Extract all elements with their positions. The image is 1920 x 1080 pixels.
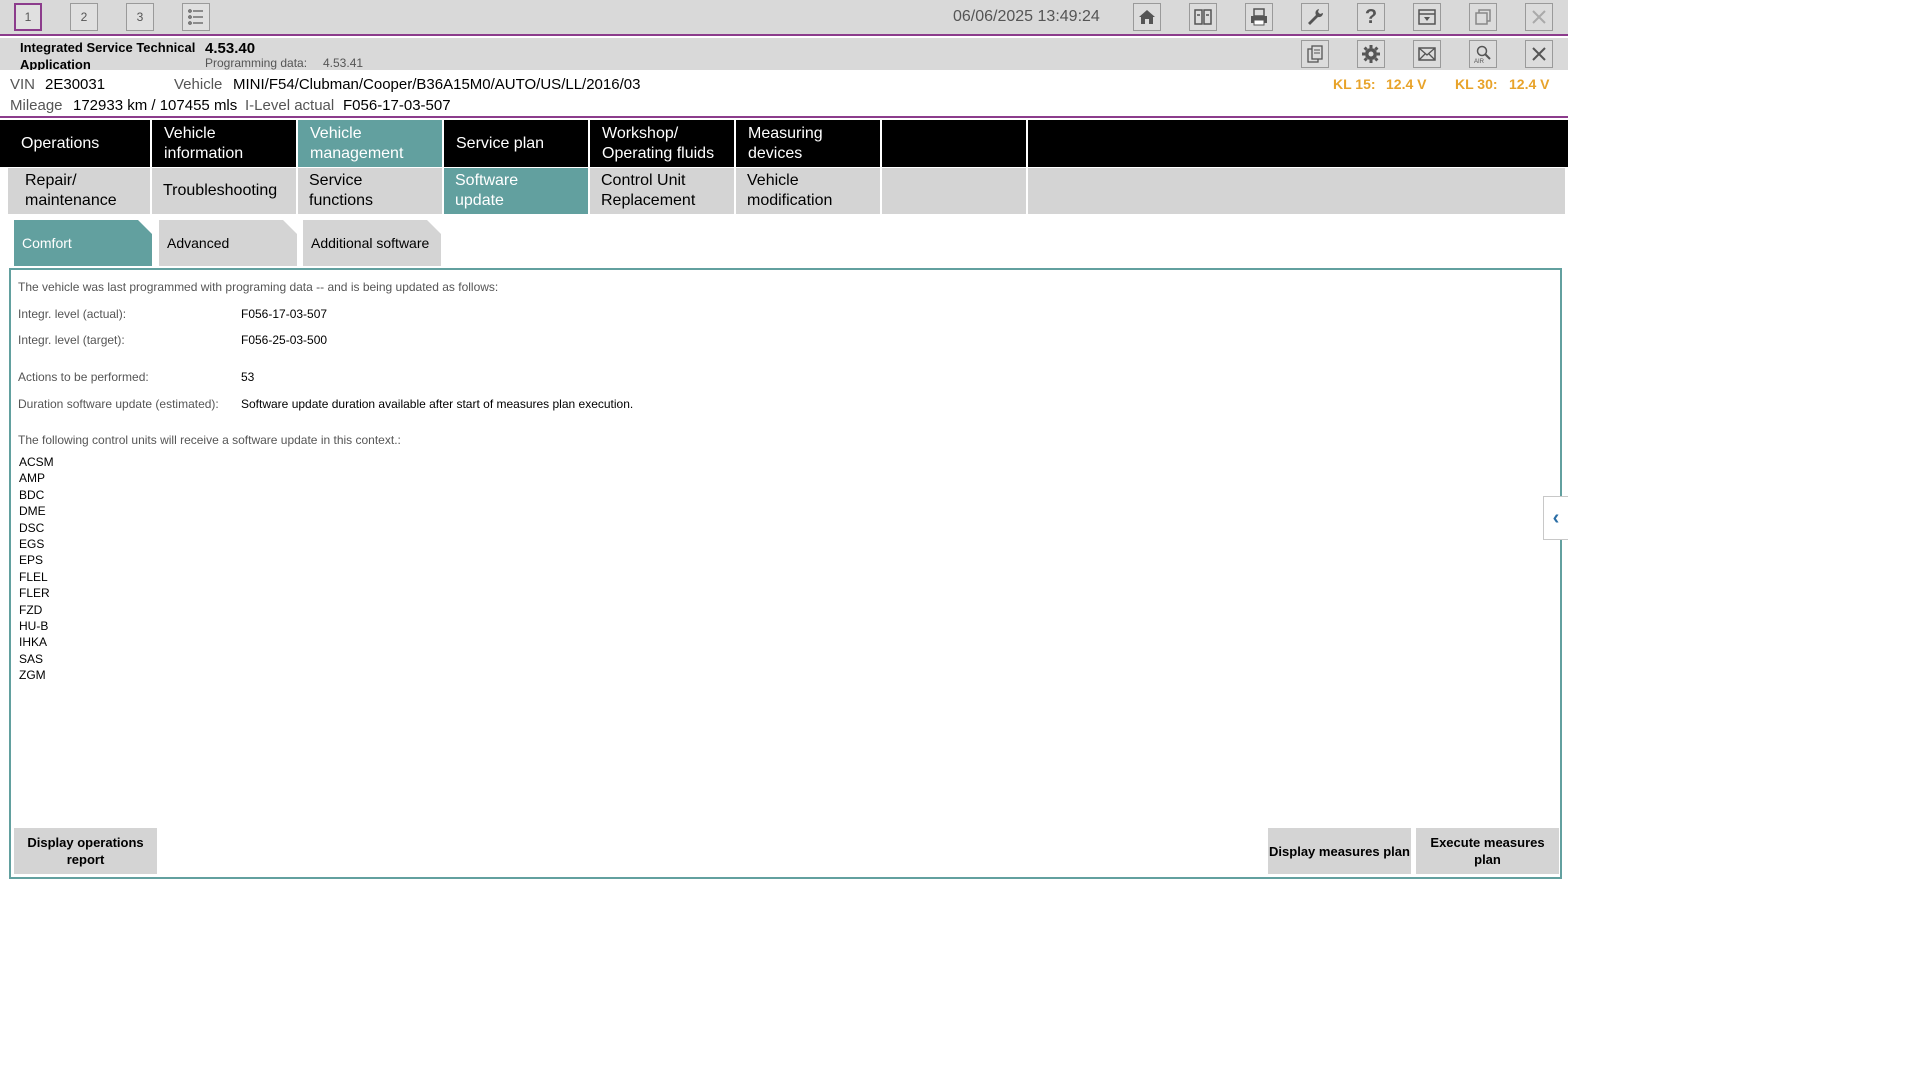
kl30-label: KL 30:: [1455, 76, 1498, 92]
ilevel-label: I-Level actual: [245, 97, 335, 114]
integr-level-target-label: Integr. level (target):: [18, 333, 125, 347]
list-item: AMP: [19, 471, 46, 486]
actions-label: Actions to be performed:: [18, 370, 149, 384]
subnav-empty-2: [1028, 167, 1568, 214]
control-unit-list: ACSM AMP BDC DME DSC EGS EPS FLEL FLER F…: [19, 454, 54, 684]
chevron-left-icon[interactable]: ‹: [1543, 496, 1568, 540]
nav-vehicle-information[interactable]: Vehicle information: [152, 120, 298, 167]
print-icon[interactable]: [1245, 3, 1273, 31]
list-item: ACSM: [19, 455, 54, 469]
mileage-value: 172933 km / 107455 mls: [73, 97, 238, 114]
list-item: EGS: [19, 537, 45, 552]
nav-workshop-operating-fluids[interactable]: Workshop/ Operating fluids: [590, 120, 736, 167]
restore-window-icon[interactable]: [1469, 3, 1497, 31]
integr-level-actual-value: F056-17-03-507: [241, 307, 328, 321]
app-header: Integrated Service Technical Application…: [0, 38, 1568, 72]
nav-service-plan[interactable]: Service plan: [444, 120, 590, 167]
list-item: SAS: [19, 651, 44, 666]
nav-empty-2: [1028, 120, 1568, 167]
programming-data-value: 4.53.41: [323, 56, 364, 70]
nav-vehicle-management[interactable]: Vehicle management: [298, 120, 444, 167]
programming-data-label: Programming data:: [205, 56, 308, 70]
subnav-control-unit-replacement[interactable]: Control Unit Replacement: [590, 167, 736, 214]
duration-value: Software update duration available after…: [241, 397, 634, 411]
subnav-software-update[interactable]: Software update: [444, 167, 590, 214]
intro-text: The vehicle was last programmed with pro…: [18, 280, 499, 294]
list-item: FZD: [19, 602, 43, 617]
control-units-heading: The following control units will receive…: [18, 433, 401, 447]
actions-value: 53: [241, 370, 255, 384]
list-item: HU-B: [19, 619, 49, 634]
duration-label: Duration software update (estimated):: [18, 397, 219, 411]
tab-advanced[interactable]: Advanced: [159, 220, 297, 266]
nav-empty-1: [882, 120, 1028, 167]
workspace-2-button[interactable]: 2: [70, 3, 98, 31]
vehicle-info-bar: VIN 2E30031 Vehicle MINI/F54/Clubman/Coo…: [0, 70, 1568, 118]
documents-icon[interactable]: [1301, 40, 1329, 68]
subnav-vehicle-modification[interactable]: Vehicle modification: [736, 167, 882, 214]
app-version: 4.53.40: [205, 40, 256, 57]
list-icon[interactable]: [182, 3, 210, 31]
tab-comfort[interactable]: Comfort: [14, 220, 152, 266]
subnav-service-functions[interactable]: Service functions: [298, 167, 444, 214]
tab-additional-software[interactable]: Additional software: [303, 220, 441, 266]
datetime: 06/06/2025 13:49:24: [953, 8, 1100, 25]
svg-text:AIR: AIR: [1474, 59, 1485, 64]
integr-level-actual-label: Integr. level (actual):: [18, 307, 127, 321]
sub-navigation: Repair/ maintenance Troubleshooting Serv…: [0, 167, 1568, 214]
vin-label: VIN: [10, 76, 36, 93]
list-item: FLER: [19, 586, 50, 601]
display-measures-plan-button[interactable]: Display measures plan: [1268, 828, 1411, 874]
workspace-1-button[interactable]: 1: [14, 3, 42, 31]
kl30-value: 12.4 V: [1509, 76, 1550, 92]
list-item: BDC: [19, 487, 45, 502]
swap-icon[interactable]: [1189, 3, 1217, 31]
app-name: Integrated Service Technical Application: [20, 40, 196, 72]
subnav-repair-maintenance[interactable]: Repair/ maintenance: [0, 167, 152, 214]
list-item: ZGM: [19, 668, 46, 683]
display-operations-report-button[interactable]: Display operations report: [14, 828, 157, 874]
execute-measures-plan-button[interactable]: Execute measures plan: [1416, 828, 1559, 874]
close-app-icon[interactable]: [1525, 3, 1553, 31]
main-navigation: Operations Vehicle information Vehicle m…: [0, 120, 1568, 167]
software-update-panel: The vehicle was last programmed with pro…: [9, 268, 1562, 879]
integr-level-target-value: F056-25-03-500: [241, 333, 328, 347]
help-icon[interactable]: ?: [1357, 3, 1385, 31]
list-item: IHKA: [19, 635, 48, 650]
workspace-3-button[interactable]: 3: [126, 3, 154, 31]
ilevel-value: F056-17-03-507: [343, 97, 451, 114]
vin-value: 2E30031: [45, 76, 106, 93]
list-item: DSC: [19, 520, 45, 535]
close-icon[interactable]: [1525, 40, 1553, 68]
mail-icon[interactable]: [1413, 40, 1441, 68]
home-icon[interactable]: [1133, 3, 1161, 31]
kl15-label: KL 15:: [1333, 76, 1376, 92]
list-item: DME: [19, 504, 46, 519]
top-toolbar: 1 2 3 06/06/2025 13:49:24 ?: [0, 0, 1568, 36]
dropdown-icon[interactable]: [1413, 3, 1441, 31]
list-item: FLEL: [19, 569, 48, 584]
vehicle-value: MINI/F54/Clubman/Cooper/B36A15M0/AUTO/US…: [233, 76, 641, 93]
subnav-empty-1: [882, 167, 1028, 214]
vehicle-label: Vehicle: [174, 76, 223, 93]
nav-operations[interactable]: Operations: [0, 120, 152, 167]
nav-measuring-devices[interactable]: Measuring devices: [736, 120, 882, 167]
air-search-icon[interactable]: AIR: [1469, 40, 1497, 68]
wrench-icon[interactable]: [1301, 3, 1329, 31]
mileage-label: Mileage: [10, 97, 63, 114]
settings-icon[interactable]: [1357, 40, 1385, 68]
kl15-value: 12.4 V: [1386, 76, 1427, 92]
list-item: EPS: [19, 553, 44, 568]
subnav-troubleshooting[interactable]: Troubleshooting: [152, 167, 298, 214]
